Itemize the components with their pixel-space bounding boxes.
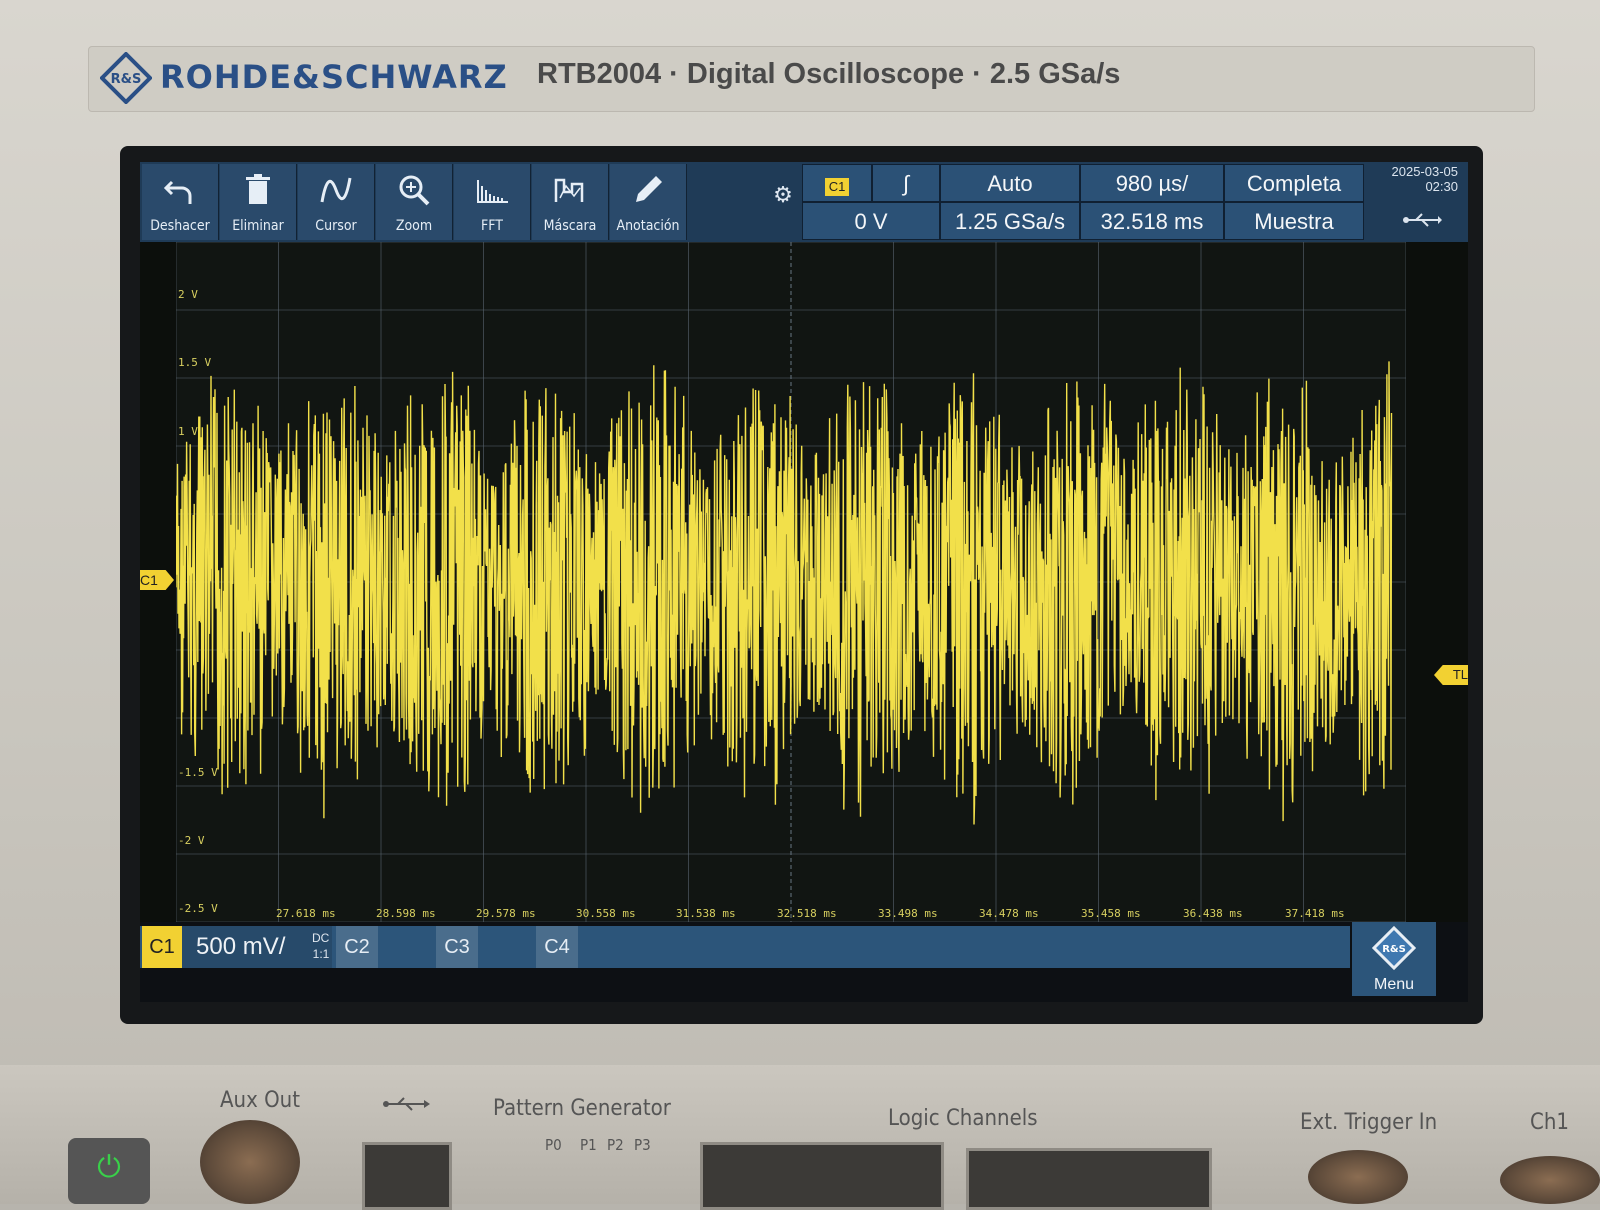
delete-button[interactable]: Eliminar [220,164,297,240]
svg-text:R&S: R&S [1382,944,1406,955]
y-label-1.5v: 1.5 V [178,356,212,369]
brand-name: ROHDE&SCHWARZ [160,58,508,96]
menu-button[interactable]: R&S Menu [1352,922,1436,996]
svg-text:R&S: R&S [111,72,142,87]
usb-port[interactable] [362,1142,452,1210]
x-label: 34.478 ms [979,907,1039,920]
channel-row: C1 500 mV/ DC 1:1 C2 C3 C4 [140,926,1350,968]
annotation-label: Anotación [616,218,680,234]
y-label-neg2.5v: -2.5 V [178,902,218,915]
waveform-plot[interactable]: 2 V 1.5 V 1 V -1.5 V -2 V -2.5 V 27.618 … [176,242,1468,922]
x-label: 30.558 ms [576,907,636,920]
y-label-1v: 1 V [178,425,198,438]
y-label-neg2v: -2 V [178,834,205,847]
gear-icon[interactable]: ⚙ [770,182,796,208]
y-label-neg1.5v: -1.5 V [178,766,218,779]
power-button[interactable]: ⏻ [68,1138,150,1204]
x-label: 29.578 ms [476,907,536,920]
zoom-icon [399,175,430,206]
aux-out-label: Aux Out [220,1088,300,1113]
probe-ratio: 1:1 [312,947,330,961]
horizontal-position[interactable]: 32.518 ms [1080,202,1224,240]
pencil-icon [636,176,662,202]
y-label-2v: 2 V [178,288,198,301]
mask-icon [554,178,584,202]
undo-icon [163,180,192,204]
cursor-label: Cursor [315,218,357,234]
trigger-level[interactable]: 0 V [802,202,940,240]
pattern-generator-label: Pattern Generator [493,1096,671,1121]
acquisition-mode[interactable]: Muestra [1224,202,1364,240]
undo-label: Deshacer [150,218,210,234]
x-label: 28.598 ms [376,907,436,920]
plot-grid [176,242,1406,922]
channel-1-coupling: DC 1:1 [312,930,329,962]
channel-1-trace [176,361,1393,825]
usb-icon [1403,213,1442,227]
pin-label-p0: P0 [545,1136,562,1154]
fft-icon [477,180,508,203]
ext-trigger-label: Ext. Trigger In [1300,1110,1438,1135]
channel-2-button[interactable]: C2 [336,926,378,968]
channel-1-scale[interactable]: 500 mV/ [182,926,332,968]
channel-4-button[interactable]: C4 [536,926,578,968]
model-line: RTB2004 · Digital Oscilloscope · 2.5 GSa… [537,58,1121,90]
aux-out-connector[interactable] [200,1120,300,1204]
date-time: 2025-03-05 02:30 [1368,164,1459,194]
channel-1-tag[interactable]: C1 [142,926,182,968]
ext-trigger-connector[interactable] [1308,1150,1408,1204]
trigger-mode[interactable]: Auto [940,164,1080,202]
ch1-input-connector[interactable] [1500,1156,1600,1204]
x-label: 32.518 ms [777,907,837,920]
cursor-wave-icon [320,177,352,203]
pin-label-p3: P3 [634,1136,651,1154]
oscilloscope-screen: Deshacer Eliminar Cursor Zoom FFT Máscar… [140,162,1468,1002]
time: 02:30 [1425,179,1458,194]
mask-button[interactable]: Máscara [532,164,609,240]
x-label: 35.458 ms [1081,907,1141,920]
coupling: DC [312,931,330,945]
rs-logo: R&S [100,52,152,104]
undo-button[interactable]: Deshacer [142,164,219,240]
channel-3-button[interactable]: C3 [436,926,478,968]
annotation-button[interactable]: Anotación [610,164,687,240]
ch1-input-label: Ch1 [1530,1110,1569,1135]
mask-label: Máscara [543,218,597,234]
menu-label: Menu [1373,976,1415,993]
trigger-slope[interactable]: ∫ [872,164,940,202]
trigger-source[interactable]: C1 [802,164,872,202]
rs-menu-icon: R&S [1371,925,1417,971]
pin-label-p2: P2 [607,1136,624,1154]
x-label: 31.538 ms [676,907,736,920]
trigger-level-marker[interactable]: TL [1434,665,1468,685]
logic-channels-label: Logic Channels [888,1106,1038,1131]
zoom-label: Zoom [395,218,433,234]
x-label: 36.438 ms [1183,907,1243,920]
channel-bar: C1 500 mV/ DC 1:1 C2 C3 C4 R&S Menu [140,922,1468,1002]
delete-label: Eliminar [232,218,284,234]
fft-label: FFT [481,218,503,234]
fft-button[interactable]: FFT [454,164,531,240]
channel-offset-marker[interactable]: C1 [140,570,174,590]
date: 2025-03-05 [1391,164,1459,179]
pin-label-p1: P1 [580,1136,597,1154]
toolbar: Deshacer Eliminar Cursor Zoom FFT Máscar… [140,162,1468,242]
acquisition-length[interactable]: Completa [1224,164,1364,202]
x-label: 27.618 ms [276,907,336,920]
usb-port-icon [383,1097,430,1111]
logic-port-2[interactable] [966,1148,1212,1210]
x-label: 33.498 ms [878,907,938,920]
logic-port-1[interactable] [700,1142,944,1210]
trigger-source-tag: C1 [824,178,850,196]
sample-rate[interactable]: 1.25 GSa/s [940,202,1080,240]
cursor-button[interactable]: Cursor [298,164,375,240]
zoom-button[interactable]: Zoom [376,164,453,240]
x-label: 37.418 ms [1285,907,1345,920]
trash-icon [246,174,270,204]
timebase[interactable]: 980 µs/ [1080,164,1224,202]
